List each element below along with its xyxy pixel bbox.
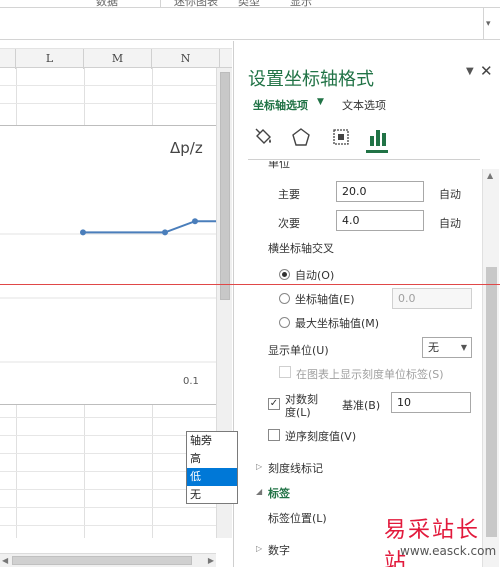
annotation-red-line (0, 284, 500, 285)
data-point (192, 218, 198, 225)
minor-unit-input[interactable]: 4.0 (336, 210, 424, 231)
formula-bar[interactable]: ▾ (0, 8, 500, 40)
major-unit-label: 主要 (278, 188, 300, 201)
series-line (83, 220, 219, 234)
radio-max-axis-value[interactable] (279, 317, 290, 328)
section-labels[interactable]: 标签 (268, 485, 290, 501)
log-scale-label-2[interactable]: 度(L) (285, 404, 311, 420)
grid-line (0, 103, 216, 104)
sheet-horizontal-scrollbar[interactable]: ◀ ▶ (0, 553, 216, 567)
pane-title: 设置坐标轴格式 (248, 69, 374, 90)
label-position-label: 标签位置(L) (268, 512, 327, 525)
data-point (80, 229, 86, 236)
pane-content: 单位 主要 20.0 自动 次要 4.0 自动 横坐标轴交叉 自动(O) 坐标轴… (234, 161, 482, 567)
major-unit-auto-button[interactable]: 自动 (439, 186, 461, 202)
log-base-label: 基准(B) (342, 399, 381, 412)
ribbon-item-show[interactable]: 显示 (290, 0, 312, 7)
section-number[interactable]: 数字 (268, 542, 290, 558)
formula-bar-divider (483, 8, 484, 40)
axis-tick-label: 0.1 (183, 376, 199, 387)
ribbon-separator (160, 0, 161, 7)
chart-area[interactable] (0, 125, 219, 405)
chevron-right-icon[interactable]: ▷ (256, 544, 262, 553)
log-base-input[interactable]: 10 (391, 392, 471, 413)
scroll-up-icon[interactable]: ▲ (487, 171, 493, 180)
scrollbar-thumb[interactable] (486, 267, 497, 537)
radio-auto[interactable] (279, 269, 290, 280)
format-axis-pane: 设置坐标轴格式 ▼ ✕ 坐标轴选项 ▼ 文本选项 单位 主要 20.0 自动 次… (233, 41, 500, 567)
grid-line (0, 525, 216, 526)
ribbon-item-type[interactable]: 类型 (238, 0, 260, 7)
section-tick-marks[interactable]: 刻度线标记 (268, 460, 323, 476)
display-units-value: 无 (428, 341, 439, 354)
column-header-l[interactable]: L (16, 49, 84, 69)
paint-bucket-icon[interactable] (252, 126, 274, 148)
watermark: 易采站长站 www.easck.com (376, 508, 500, 567)
close-icon[interactable]: ✕ (480, 62, 493, 80)
grid-line (0, 471, 216, 472)
log-scale-checkbox[interactable]: ✓ (268, 398, 280, 410)
dropdown-option[interactable]: 无 (187, 486, 237, 504)
scrollbar-thumb[interactable] (12, 556, 192, 565)
ribbon-item-data[interactable]: 数据 (96, 0, 118, 7)
ribbon-strip: 数据 迷你图表 类型 显示 (0, 0, 500, 8)
major-unit-input[interactable]: 20.0 (336, 181, 424, 202)
grid-line (0, 417, 216, 418)
dropdown-option[interactable]: 轴旁 (187, 432, 237, 450)
chart-title[interactable]: Δp/z (170, 139, 203, 157)
pane-options-icon[interactable]: ▼ (466, 66, 474, 77)
chevron-right-icon[interactable]: ▷ (256, 462, 262, 471)
dropdown-option-selected[interactable]: 低 (187, 468, 237, 486)
selected-tab-indicator (366, 150, 388, 153)
chevron-down-icon: ▼ (460, 343, 467, 352)
size-properties-icon[interactable] (330, 126, 352, 148)
grid-line (0, 85, 216, 86)
chevron-down-icon[interactable]: ▼ (317, 97, 324, 107)
grid-line (0, 489, 216, 490)
minor-unit-label: 次要 (278, 217, 300, 230)
expand-formula-icon[interactable]: ▾ (486, 19, 496, 29)
tab-text-options[interactable]: 文本选项 (342, 97, 386, 113)
radio-axis-value[interactable] (279, 293, 290, 304)
dropdown-option[interactable]: 高 (187, 450, 237, 468)
watermark-title: 易采站长站 (384, 518, 481, 567)
column-header-n[interactable]: N (152, 49, 220, 69)
grid-line (0, 453, 216, 454)
data-point (162, 229, 168, 236)
radio-max-axis-value-label[interactable]: 最大坐标轴值(M) (295, 315, 379, 331)
divider (248, 159, 480, 160)
column-headers: L M N (0, 48, 232, 69)
tab-axis-options[interactable]: 坐标轴选项 (253, 97, 308, 113)
scroll-left-icon[interactable]: ◀ (2, 554, 8, 567)
display-units-label: 显示单位(U) (268, 344, 329, 357)
chevron-down-icon[interactable]: ◢ (256, 487, 262, 496)
scrollbar-thumb[interactable] (220, 72, 230, 300)
reverse-order-checkbox[interactable] (268, 429, 280, 441)
show-units-checkbox[interactable] (279, 366, 291, 378)
ribbon-item-sparkline[interactable]: 迷你图表 (174, 0, 218, 7)
units-heading: 单位 (268, 161, 290, 170)
horizontal-axis-crosses-heading: 横坐标轴交叉 (268, 242, 334, 255)
show-units-label: 在图表上显示刻度单位标签(S) (296, 368, 444, 381)
pentagon-icon[interactable] (290, 126, 312, 148)
minor-unit-auto-button[interactable]: 自动 (439, 215, 461, 231)
axis-value-input[interactable]: 0.0 (392, 288, 472, 309)
display-units-select[interactable]: 无 ▼ (422, 337, 472, 358)
column-header-m[interactable]: M (84, 49, 152, 69)
grid-line (0, 435, 216, 436)
scroll-right-icon[interactable]: ▶ (208, 554, 214, 567)
radio-auto-label[interactable]: 自动(O) (295, 267, 334, 283)
bar-chart-icon[interactable] (367, 126, 389, 148)
grid-line (0, 507, 216, 508)
reverse-order-label[interactable]: 逆序刻度值(V) (285, 428, 356, 444)
radio-axis-value-label[interactable]: 坐标轴值(E) (295, 291, 355, 307)
label-position-dropdown[interactable]: 轴旁 高 低 无 (186, 431, 238, 504)
chart-plot (0, 218, 219, 363)
column-header-k[interactable] (0, 49, 16, 69)
watermark-url: www.easck.com (400, 544, 497, 558)
